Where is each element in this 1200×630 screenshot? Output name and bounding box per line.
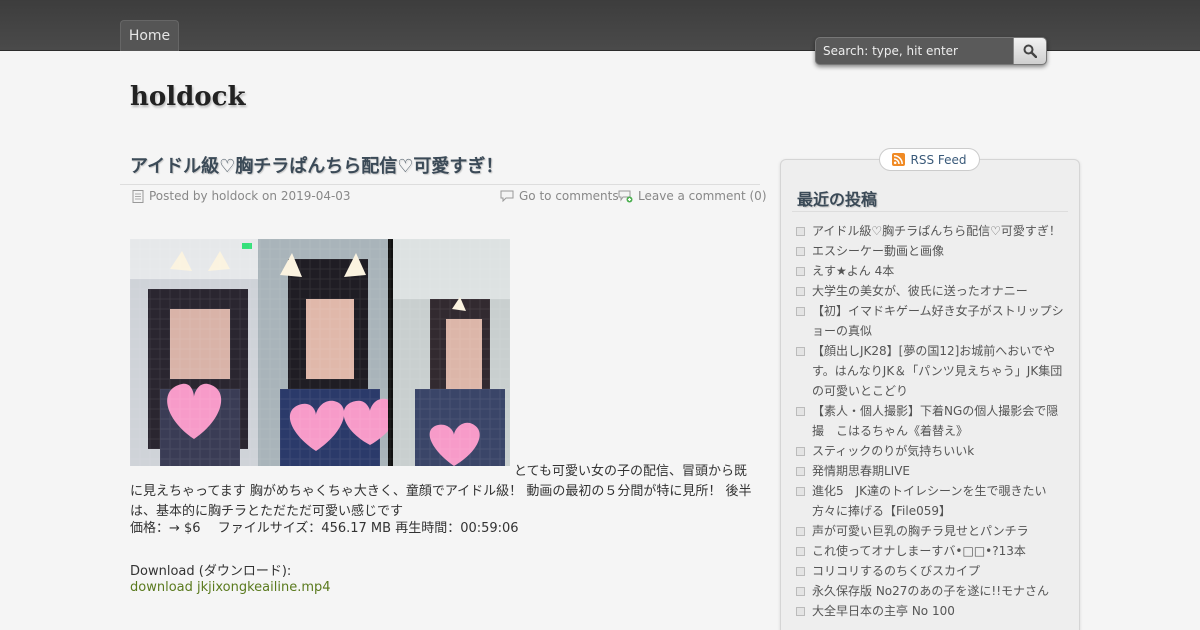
rss-feed-button[interactable]: RSS Feed xyxy=(879,148,980,171)
recent-post-link[interactable]: コリコリするのちくびスカイプ xyxy=(812,564,980,578)
recent-post-link[interactable]: 発情期思春期LIVE xyxy=(812,464,910,478)
post-thumbnail-image[interactable] xyxy=(130,239,510,466)
post-body-text: に見えちゃってます 胸がめちゃくちゃ大きく、童顔でアイドル級！ 動画の最初の５分… xyxy=(130,484,752,519)
post-title[interactable]: アイドル級♡胸チラぱんちら配信♡可愛すぎ！ xyxy=(130,152,503,178)
document-icon xyxy=(132,189,144,203)
recent-post-item[interactable]: 【素人・個人撮影】下着NGの個人撮影会で隠撮 こはるちゃん《着替え》 xyxy=(796,401,1066,441)
recent-post-item[interactable]: コリコリするのちくびスカイプ xyxy=(796,561,1066,581)
recent-post-link[interactable]: エスシーケー動画と画像 xyxy=(812,244,944,258)
recent-post-item[interactable]: 大学生の美女が、彼氏に送ったオナニー xyxy=(796,281,1066,301)
recent-post-link[interactable]: 【顔出しJK28】[夢の国12]お城前へおいでやす。はんなりJK＆「パンツ見えち… xyxy=(812,344,1062,398)
recent-post-item[interactable]: エスシーケー動画と画像 xyxy=(796,241,1066,261)
posted-by-text: Posted by holdock on 2019-04-03 xyxy=(149,189,351,203)
thumbnail-collage xyxy=(130,239,510,466)
recent-post-item[interactable]: これ使ってオナしまーすバ•□□•?13本 xyxy=(796,541,1066,561)
recent-post-item[interactable]: えす★よん 4本 xyxy=(796,261,1066,281)
post-price-info: 価格：→ $6 ファイルサイズ：456.17 MB 再生時間：00:59:06 xyxy=(130,521,519,536)
recent-post-link[interactable]: 【素人・個人撮影】下着NGの個人撮影会で隠撮 こはるちゃん《着替え》 xyxy=(812,404,1058,438)
recent-post-item[interactable]: 進化5 JK達のトイレシーンを生で覗きたい方々に捧げる【File059】 xyxy=(796,481,1066,521)
rss-feed-label[interactable]: RSS Feed xyxy=(910,153,966,167)
speech-bubble-icon xyxy=(500,190,514,202)
recent-post-link[interactable]: 進化5 JK達のトイレシーンを生で覗きたい方々に捧げる【File059】 xyxy=(812,484,1046,518)
site-title[interactable]: holdock xyxy=(130,82,246,112)
recent-post-item[interactable]: 【顔出しJK28】[夢の国12]お城前へおいでやす。はんなりJK＆「パンツ見えち… xyxy=(796,341,1066,401)
recent-post-link[interactable]: 【初】イマドキゲーム好き女子がストリップショーの真似 xyxy=(812,304,1064,338)
leave-comment-link[interactable]: Leave a comment (0) xyxy=(618,189,767,203)
search-input[interactable] xyxy=(816,38,1013,64)
recent-post-item[interactable]: スティックのりが気持ちいいk xyxy=(796,441,1066,461)
nav-home-tab[interactable]: Home xyxy=(120,20,179,51)
search-box xyxy=(815,37,1047,65)
recent-post-item[interactable]: 大全早日本の主亭 No 100 xyxy=(796,601,1066,621)
recent-posts-list: アイドル級♡胸チラぱんちら配信♡可愛すぎ！ エスシーケー動画と画像 えす★よん … xyxy=(796,221,1066,621)
recent-post-item[interactable]: 声が可愛い巨乳の胸チラ見せとパンチラ xyxy=(796,521,1066,541)
post-meta: Posted by holdock on 2019-04-03 Go to co… xyxy=(120,184,767,208)
recent-post-item[interactable]: アイドル級♡胸チラぱんちら配信♡可愛すぎ！ xyxy=(796,221,1066,241)
post-body-lead: とても可愛い女の子の配信、冒頭から既 xyxy=(514,464,747,479)
recent-post-item[interactable]: 【初】イマドキゲーム好き女子がストリップショーの真似 xyxy=(796,301,1066,341)
search-icon xyxy=(1023,44,1037,58)
go-to-comments-text[interactable]: Go to comments xyxy=(519,189,619,203)
recent-post-link[interactable]: 大全早日本の主亭 No 100 xyxy=(812,604,955,618)
recent-post-link[interactable]: アイドル級♡胸チラぱんちら配信♡可愛すぎ！ xyxy=(812,224,1061,238)
recent-post-item[interactable]: 永久保存版 No27のあの子を遂に!!モナさん xyxy=(796,581,1066,601)
recent-post-link[interactable]: 永久保存版 No27のあの子を遂に!!モナさん xyxy=(812,584,1049,598)
add-comment-icon xyxy=(618,190,633,202)
recent-post-link[interactable]: 声が可愛い巨乳の胸チラ見せとパンチラ xyxy=(812,524,1029,538)
recent-post-link[interactable]: 大学生の美女が、彼氏に送ったオナニー xyxy=(812,284,1028,298)
recent-post-item[interactable]: 発情期思春期LIVE xyxy=(796,461,1066,481)
download-link[interactable]: download jkjixongkeailine.mp4 xyxy=(130,580,331,595)
recent-post-link[interactable]: スティックのりが気持ちいいk xyxy=(812,444,974,458)
posted-by-info: Posted by holdock on 2019-04-03 xyxy=(132,189,351,203)
search-button[interactable] xyxy=(1013,38,1046,64)
divider xyxy=(792,211,1068,212)
recent-post-link[interactable]: えす★よん 4本 xyxy=(812,264,894,278)
download-label: Download (ダウンロード): xyxy=(130,564,292,579)
rss-icon xyxy=(892,153,906,166)
go-to-comments-link[interactable]: Go to comments xyxy=(500,189,619,203)
recent-post-link[interactable]: これ使ってオナしまーすバ•□□•?13本 xyxy=(812,544,1026,558)
leave-comment-text[interactable]: Leave a comment (0) xyxy=(638,189,767,203)
post-body: とても可愛い女の子の配信、冒頭から既 に見えちゃってます 胸がめちゃくちゃ大きく… xyxy=(130,462,760,522)
recent-posts-heading: 最近の投稿 xyxy=(797,190,878,209)
